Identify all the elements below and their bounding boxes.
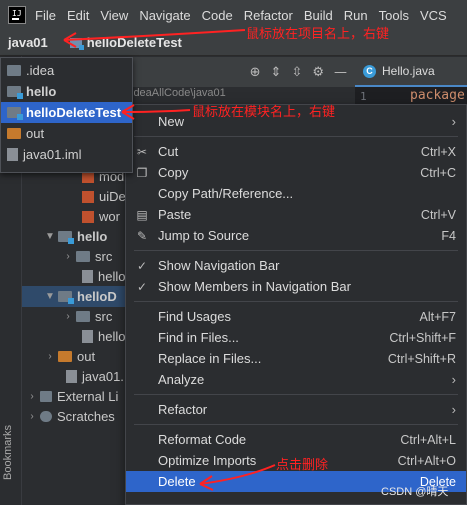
arrow-to-module	[121, 109, 191, 113]
annotation-module-hint: 鼠标放在模块名上，右键	[192, 105, 336, 120]
annotation-delete-hint: 点击删除	[276, 458, 329, 473]
annotation-project-hint: 鼠标放在项目名上，右键	[246, 27, 390, 42]
arrow-to-delete	[199, 464, 276, 485]
watermark: CSDN @晴天	[381, 486, 449, 498]
arrow-to-project	[63, 29, 246, 41]
annotation-arrows	[63, 29, 276, 491]
